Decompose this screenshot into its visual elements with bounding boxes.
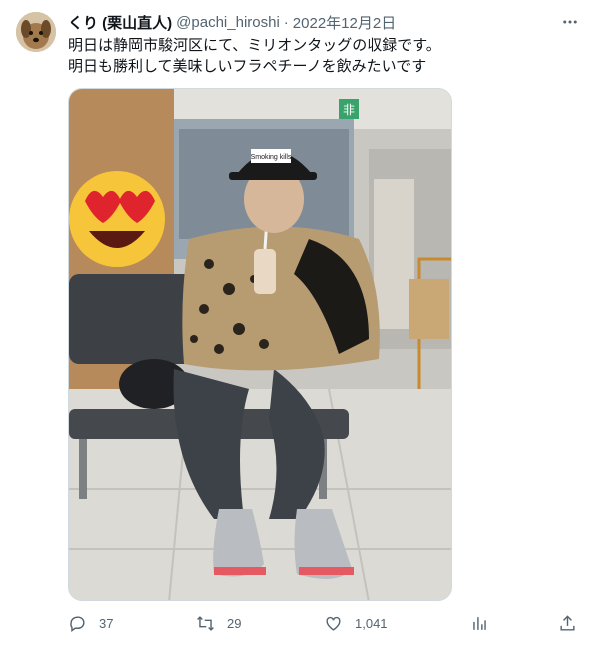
retweet-count: 29 <box>227 615 242 631</box>
share-icon <box>560 614 575 631</box>
reply-icon <box>70 615 85 632</box>
like-count: 1,041 <box>355 615 388 631</box>
display-name[interactable]: くり (栗山直人) <box>68 12 172 33</box>
heart-icon <box>326 616 341 631</box>
user-handle[interactable]: @pachi_hiroshi <box>176 14 280 31</box>
retweet-button[interactable]: 29 <box>196 612 241 634</box>
tweet-action-bar: 37 29 1,041 <box>68 612 584 634</box>
tweet-text-line: 明日は静岡市駿河区にて、ミリオンタッグの収録です。 <box>68 37 441 54</box>
tweet-header: くり (栗山直人) @pachi_hiroshi · 2022年12月2日 <box>68 12 558 32</box>
header-separator: · <box>283 13 289 31</box>
exit-sign: 非 <box>343 103 355 117</box>
tweet-date[interactable]: 2022年12月2日 <box>293 12 396 33</box>
retweet-icon <box>197 615 214 631</box>
like-button[interactable]: 1,041 <box>324 612 388 634</box>
share-button[interactable] <box>558 612 577 634</box>
reply-count: 37 <box>99 615 114 631</box>
more-options-button[interactable] <box>558 12 582 32</box>
tweet-photo[interactable]: 非 Smoking kills <box>68 88 452 601</box>
tweet-text-line: 明日も勝利して美味しいフラペチーノを飲みたいです <box>68 58 427 75</box>
reply-button[interactable]: 37 <box>68 612 113 634</box>
views-button[interactable] <box>470 612 489 634</box>
bar-chart-icon <box>473 616 486 630</box>
tweet-text: 明日は静岡市駿河区にて、ミリオンタッグの収録です。 明日も勝利して美味しいフラペ… <box>68 35 578 77</box>
cap-logo: Smoking kills <box>251 154 292 161</box>
user-avatar[interactable] <box>16 12 56 52</box>
more-dots-icon <box>563 20 577 24</box>
